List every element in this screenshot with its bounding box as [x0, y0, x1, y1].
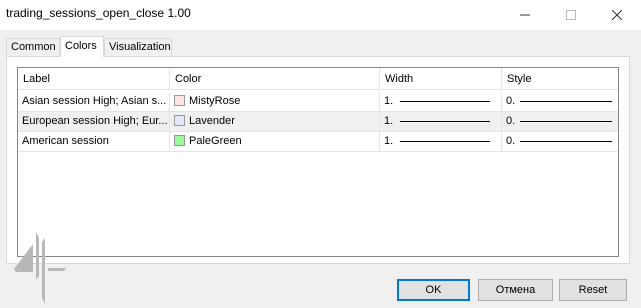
- header-label[interactable]: Label: [18, 68, 170, 90]
- style-line-sample: [520, 141, 612, 142]
- width-value: 1.: [384, 135, 394, 147]
- width-cell[interactable]: 1.: [380, 92, 502, 112]
- color-name: PaleGreen: [189, 135, 242, 147]
- color-name: MistyRose: [189, 95, 241, 107]
- width-value: 1.: [384, 95, 394, 107]
- color-cell[interactable]: PaleGreen: [170, 132, 380, 152]
- close-button[interactable]: [594, 0, 640, 30]
- color-cell[interactable]: MistyRose: [170, 92, 380, 112]
- reset-button[interactable]: Reset: [559, 279, 627, 301]
- brand-logo-icon: [14, 232, 66, 304]
- table-row[interactable]: American session PaleGreen 1. 0.: [18, 132, 618, 152]
- tab-colors[interactable]: Colors: [60, 36, 104, 57]
- width-cell[interactable]: 1.: [380, 132, 502, 152]
- table-row[interactable]: Asian session High; Asian s... MistyRose…: [18, 92, 618, 112]
- title-bar: trading_sessions_open_close 1.00: [0, 0, 641, 30]
- tab-visualization[interactable]: Visualization: [104, 38, 172, 56]
- maximize-button[interactable]: [548, 0, 594, 30]
- tab-common[interactable]: Common: [6, 38, 60, 56]
- grid-header: Label Color Width Style: [18, 68, 618, 90]
- width-cell[interactable]: 1.: [380, 112, 502, 132]
- row-label: European session High; Eur...: [18, 112, 170, 132]
- cancel-button[interactable]: Отмена: [478, 279, 553, 301]
- width-line-sample: [400, 101, 490, 102]
- minimize-icon: [520, 14, 530, 16]
- maximize-icon: [566, 10, 576, 20]
- style-cell[interactable]: 0.: [502, 132, 618, 152]
- color-swatch: [174, 115, 185, 126]
- width-line-sample: [400, 121, 490, 122]
- header-width[interactable]: Width: [380, 68, 502, 90]
- window-title: trading_sessions_open_close 1.00: [6, 6, 191, 20]
- style-line-sample: [520, 101, 612, 102]
- width-value: 1.: [384, 115, 394, 127]
- style-value: 0.: [506, 135, 516, 147]
- minimize-button[interactable]: [502, 0, 548, 30]
- style-value: 0.: [506, 115, 516, 127]
- style-line-sample: [520, 121, 612, 122]
- row-label: American session: [18, 132, 170, 152]
- close-icon: [612, 10, 622, 20]
- tab-strip: Common Colors Visualization: [4, 36, 624, 57]
- color-name: Lavender: [189, 115, 235, 127]
- row-label: Asian session High; Asian s...: [18, 92, 170, 112]
- ok-button[interactable]: OK: [397, 279, 470, 301]
- style-cell[interactable]: 0.: [502, 112, 618, 132]
- width-line-sample: [400, 141, 490, 142]
- colors-panel: Label Color Width Style Asian session Hi…: [6, 56, 630, 264]
- colors-grid: Label Color Width Style Asian session Hi…: [17, 67, 619, 257]
- table-row[interactable]: European session High; Eur... Lavender 1…: [18, 112, 618, 132]
- color-cell[interactable]: Lavender: [170, 112, 380, 132]
- color-swatch: [174, 135, 185, 146]
- header-color[interactable]: Color: [170, 68, 380, 90]
- color-swatch: [174, 95, 185, 106]
- style-cell[interactable]: 0.: [502, 92, 618, 112]
- header-style[interactable]: Style: [502, 68, 618, 90]
- style-value: 0.: [506, 95, 516, 107]
